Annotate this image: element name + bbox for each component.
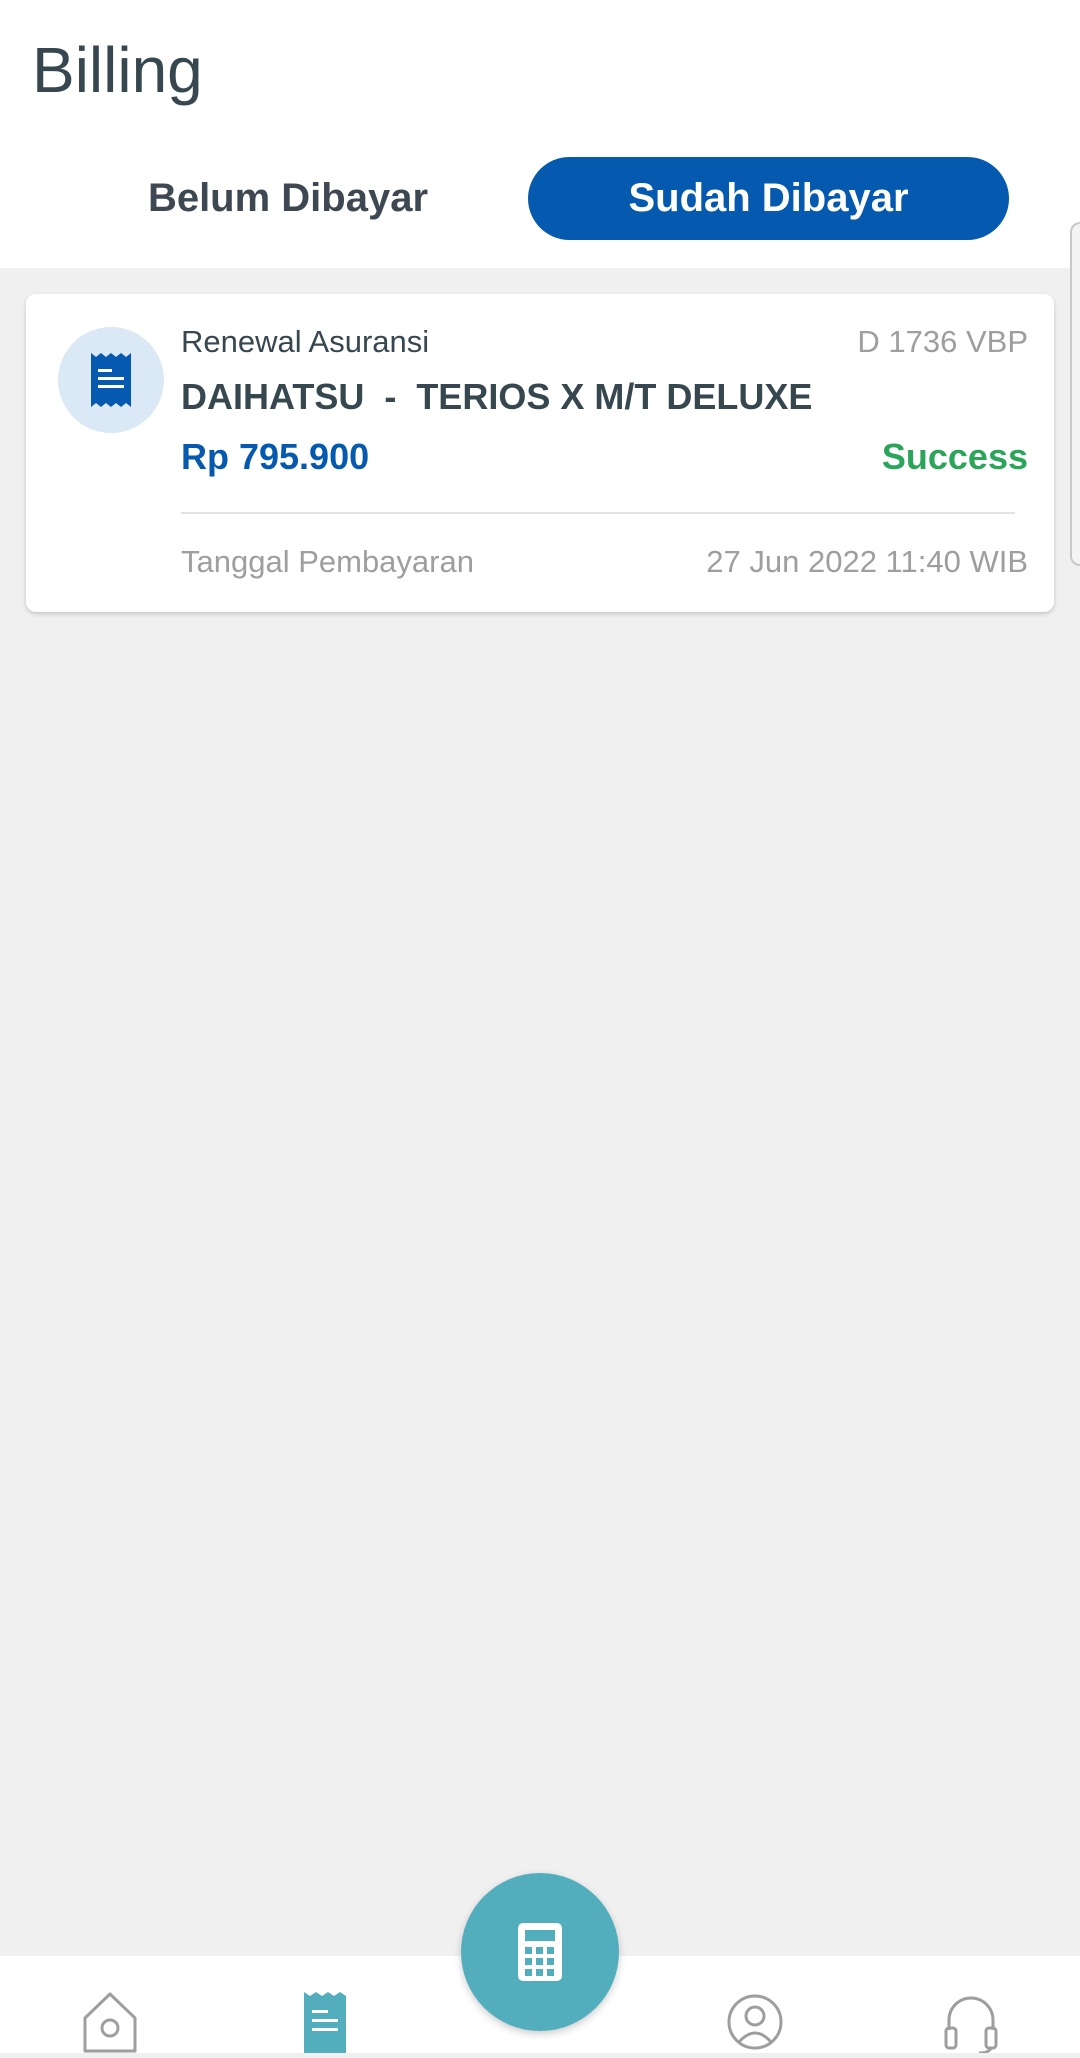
billing-card[interactable]: Renewal Asuransi D 1736 VBP DAIHATSU - T…: [26, 294, 1054, 612]
headset-icon[interactable]: [943, 1990, 999, 2058]
header: Billing Belum Dibayar Sudah Dibayar: [0, 0, 1080, 268]
payment-date: 27 Jun 2022 11:40 WIB: [706, 544, 1028, 579]
home-icon[interactable]: [79, 1990, 141, 2058]
calculator-button[interactable]: [461, 1873, 619, 2031]
receipt-icon: [58, 327, 164, 433]
billing-category: Renewal Asuransi: [181, 324, 430, 359]
page-title: Billing: [32, 34, 203, 106]
tab-belum-dibayar[interactable]: Belum Dibayar: [48, 157, 528, 240]
account-icon[interactable]: [725, 1990, 785, 2058]
scroll-handle[interactable]: [1070, 222, 1080, 566]
payment-date-label: Tanggal Pembayaran: [181, 544, 474, 579]
receipt-icon[interactable]: [302, 1990, 348, 2058]
vehicle-name: DAIHATSU - TERIOS X M/T DELUXE: [181, 376, 813, 417]
tab-sudah-dibayar[interactable]: Sudah Dibayar: [528, 157, 1009, 240]
billing-amount: Rp 795.900: [181, 436, 370, 477]
license-plate: D 1736 VBP: [857, 324, 1028, 359]
status-badge: Success: [881, 436, 1028, 477]
divider: [181, 512, 1015, 514]
